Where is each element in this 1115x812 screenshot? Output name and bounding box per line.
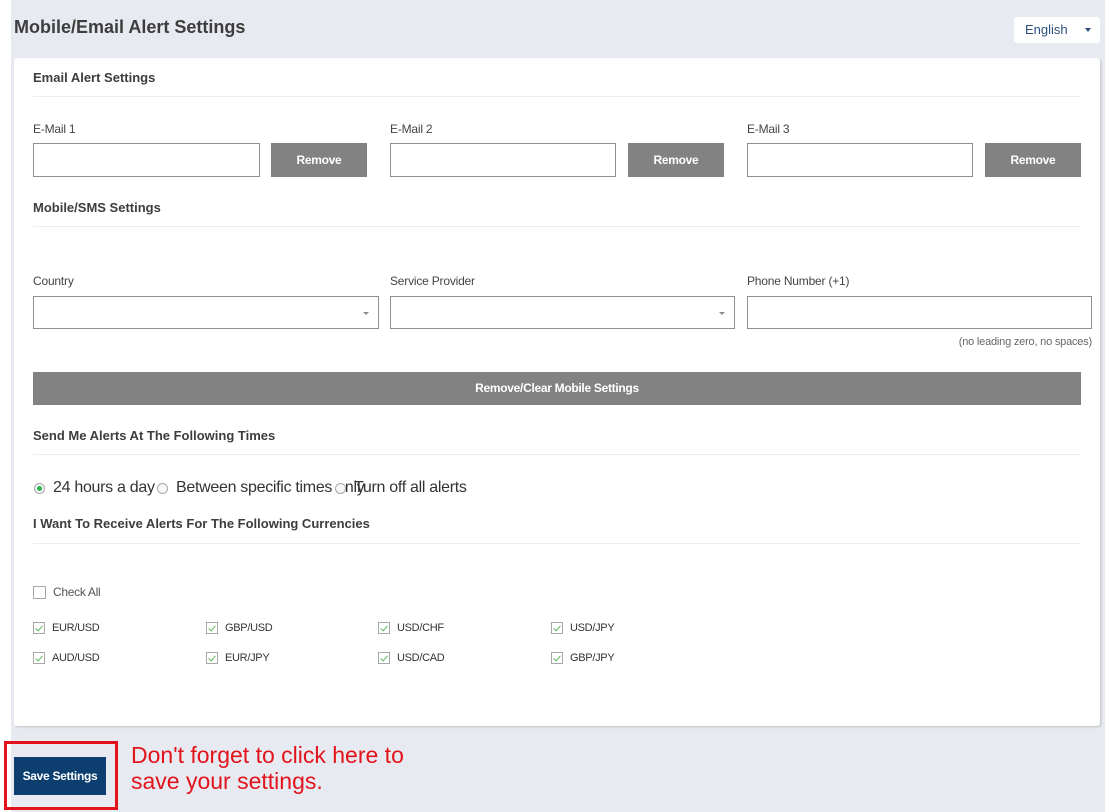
checkbox-checked-icon	[378, 652, 390, 664]
language-select[interactable]: English	[1014, 17, 1100, 43]
checkbox-checked-icon	[551, 652, 563, 664]
service-provider-select[interactable]	[390, 296, 735, 329]
divider	[33, 226, 1081, 227]
mobile-section-title: Mobile/SMS Settings	[33, 200, 161, 215]
email-2-label: E-Mail 2	[390, 122, 433, 136]
phone-number-hint: (no leading zero, no spaces)	[958, 336, 1092, 348]
currency-label: GBP/USD	[225, 622, 273, 634]
times-section-title: Send Me Alerts At The Following Times	[33, 428, 276, 443]
radio-unselected-icon	[157, 482, 168, 494]
email-3-input[interactable]	[747, 143, 973, 177]
settings-card: Email Alert Settings E-Mail 1 Remove E-M…	[14, 58, 1100, 726]
currency-label: USD/CHF	[397, 622, 444, 634]
currency-section-title: I Want To Receive Alerts For The Followi…	[33, 516, 370, 531]
annotation-text: Don't forget to click here to save your …	[131, 742, 404, 794]
checkbox-checked-icon	[378, 622, 390, 634]
page-background: Mobile/Email Alert Settings English Emai…	[4, 0, 1105, 812]
currency-checkbox-usd-jpy[interactable]: USD/JPY	[551, 622, 615, 634]
country-label: Country	[33, 274, 74, 288]
divider	[33, 543, 1081, 544]
currency-label: EUR/JPY	[225, 652, 270, 664]
currency-label: EUR/USD	[52, 622, 100, 634]
phone-number-label: Phone Number (+1)	[747, 274, 850, 288]
radio-unselected-icon	[335, 482, 346, 494]
clear-mobile-settings-button[interactable]: Remove/Clear Mobile Settings	[33, 372, 1081, 405]
divider	[33, 96, 1081, 97]
language-select-value: English	[1025, 22, 1068, 37]
annotation-line-2: save your settings.	[131, 768, 323, 794]
annotation-line-1: Don't forget to click here to	[131, 742, 404, 768]
remove-email-1-button[interactable]: Remove	[271, 143, 367, 177]
phone-number-input[interactable]	[747, 296, 1092, 329]
currency-checkbox-usd-chf[interactable]: USD/CHF	[378, 622, 444, 634]
currency-checkbox-eur-usd[interactable]: EUR/USD	[33, 622, 100, 634]
currency-checkbox-aud-usd[interactable]: AUD/USD	[33, 652, 100, 664]
checkbox-checked-icon	[206, 652, 218, 664]
caret-down-icon	[1085, 28, 1091, 32]
radio-selected-icon	[34, 482, 45, 494]
radio-turn-off[interactable]: Turn off all alerts	[335, 479, 467, 497]
radio-specific-times[interactable]: Between specific times only	[157, 479, 365, 497]
currency-checkbox-usd-cad[interactable]: USD/CAD	[378, 652, 445, 664]
checkbox-checked-icon	[551, 622, 563, 634]
checkbox-unchecked-icon	[33, 585, 46, 599]
divider	[33, 454, 1081, 455]
checkbox-checked-icon	[33, 652, 45, 664]
currency-label: USD/JPY	[570, 622, 615, 634]
currency-checkbox-eur-jpy[interactable]: EUR/JPY	[206, 652, 270, 664]
checkbox-checked-icon	[33, 622, 45, 634]
remove-email-2-button[interactable]: Remove	[628, 143, 724, 177]
currency-label: AUD/USD	[52, 652, 100, 664]
currency-label: GBP/JPY	[570, 652, 615, 664]
email-section-title: Email Alert Settings	[33, 70, 156, 85]
radio-24-hours[interactable]: 24 hours a day	[34, 479, 155, 497]
check-all-label: Check All	[53, 585, 101, 599]
page-title: Mobile/Email Alert Settings	[14, 17, 246, 37]
currency-checkbox-gbp-usd[interactable]: GBP/USD	[206, 622, 273, 634]
email-1-input[interactable]	[33, 143, 260, 177]
remove-email-3-button[interactable]: Remove	[985, 143, 1081, 177]
caret-down-icon	[363, 312, 369, 315]
email-3-label: E-Mail 3	[747, 122, 790, 136]
check-all-checkbox[interactable]: Check All	[33, 585, 101, 599]
email-1-label: E-Mail 1	[33, 122, 76, 136]
email-2-input[interactable]	[390, 143, 616, 177]
caret-down-icon	[719, 312, 725, 315]
currency-checkbox-gbp-jpy[interactable]: GBP/JPY	[551, 652, 615, 664]
country-select[interactable]	[33, 296, 379, 329]
service-provider-label: Service Provider	[390, 274, 475, 288]
radio-label: Turn off all alerts	[354, 479, 467, 496]
save-settings-button[interactable]: Save Settings	[14, 757, 106, 795]
checkbox-checked-icon	[206, 622, 218, 634]
currency-label: USD/CAD	[397, 652, 445, 664]
radio-label: 24 hours a day	[53, 479, 155, 496]
